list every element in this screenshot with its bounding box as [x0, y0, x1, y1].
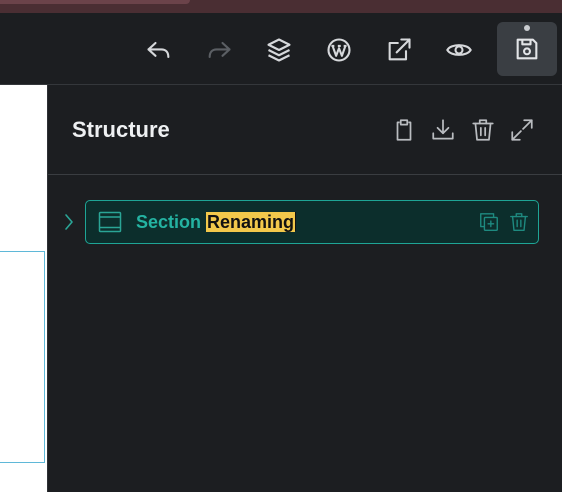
panel-title: Structure	[72, 117, 170, 142]
expand-panel-button[interactable]	[508, 116, 536, 144]
redo-button[interactable]	[197, 23, 241, 77]
delete-all-button[interactable]	[469, 116, 497, 144]
view-page-button[interactable]	[377, 23, 421, 77]
trash-icon	[472, 119, 494, 141]
builder-toolbar	[0, 13, 562, 85]
wordpress-icon	[327, 38, 351, 62]
duplicate-icon	[480, 213, 498, 231]
paste-button[interactable]	[390, 116, 418, 144]
section-icon	[98, 211, 122, 233]
structure-panel-header: Structure	[48, 85, 562, 175]
layers-icon	[267, 38, 291, 62]
external-link-icon	[388, 38, 411, 61]
trash-icon	[510, 213, 528, 231]
browser-tab-strip	[0, 0, 562, 13]
save-icon	[516, 38, 538, 60]
undo-button[interactable]	[137, 23, 181, 77]
label-selected-text: Renaming	[206, 212, 296, 232]
expand-icon	[511, 119, 533, 141]
wordpress-button[interactable]	[317, 23, 361, 77]
tree-item-section[interactable]: Section Renaming	[85, 200, 539, 244]
preview-button[interactable]	[437, 23, 481, 77]
browser-tab-edge	[0, 0, 190, 4]
tree-expand-toggle[interactable]	[62, 212, 76, 232]
undo-icon	[147, 41, 170, 59]
tree-item-label-input[interactable]: Section Renaming	[136, 212, 297, 233]
eye-icon	[446, 44, 472, 56]
download-icon	[432, 119, 454, 140]
clipboard-icon	[396, 119, 412, 141]
layers-button[interactable]	[257, 23, 301, 77]
chevron-right-icon	[65, 214, 73, 230]
text-caret	[295, 212, 297, 231]
label-prefix: Section	[136, 212, 207, 232]
unsaved-indicator	[524, 25, 530, 31]
page-canvas[interactable]	[0, 85, 47, 492]
selected-element-outline	[0, 251, 45, 463]
structure-panel: Structure Section Renaming	[47, 85, 562, 492]
duplicate-button[interactable]	[478, 211, 500, 233]
delete-section-button[interactable]	[508, 211, 530, 233]
redo-icon	[208, 41, 231, 59]
import-button[interactable]	[429, 116, 457, 144]
save-button[interactable]	[497, 22, 557, 76]
